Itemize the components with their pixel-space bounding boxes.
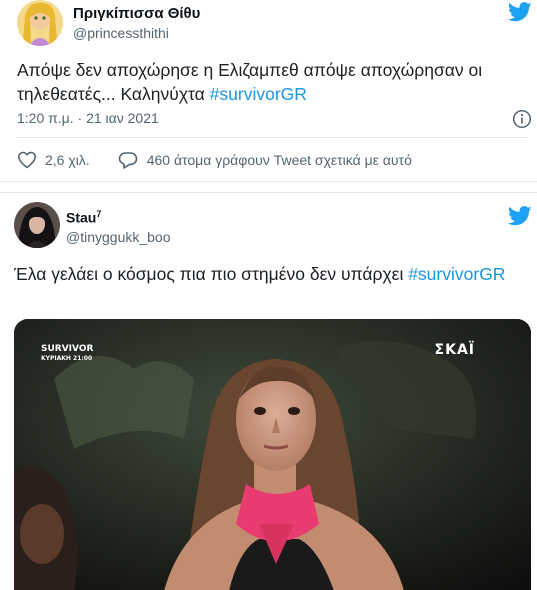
tweet-card[interactable]: Stau7 @tinyggukk_boo Έλα γελάει ο κόσμος…: [0, 192, 537, 590]
avatar-image: [17, 0, 63, 46]
tweet-media-photo[interactable]: SURVIVOR ΚΥΡΙΑΚΗ 21:00 ΣΚΑΪ: [14, 319, 531, 590]
tweet-text: Απόψε δεν αποχώρησε η Ελιζαμπεθ απόψε απ…: [17, 58, 527, 106]
heart-icon: [18, 151, 36, 169]
hashtag-link[interactable]: #survivorGR: [210, 84, 307, 104]
display-name[interactable]: Πριγκίπισσα Θίθυ: [73, 5, 200, 22]
tweet-actions: 2,6 χιλ. 460 άτομα γράφουν Tweet σχετικά…: [17, 150, 412, 170]
like-count: 2,6 χιλ.: [45, 152, 90, 168]
twitter-bird-icon[interactable]: [508, 2, 532, 22]
divider: [17, 137, 527, 138]
speech-bubble-icon: [118, 152, 138, 169]
avatar[interactable]: [17, 0, 63, 46]
tweet-body: Έλα γελάει ο κόσμος πια πιο στημένο δεν …: [14, 264, 409, 284]
tweet-text: Έλα γελάει ο κόσμος πια πιο στημένο δεν …: [14, 262, 529, 286]
replies-text: 460 άτομα γράφουν Tweet σχετικά με αυτό: [146, 152, 412, 168]
avatar[interactable]: [14, 202, 60, 248]
channel-logo: ΣΚΑΪ: [434, 342, 475, 358]
show-logo-title: SURVIVOR: [41, 344, 94, 354]
twitter-bird-icon[interactable]: [508, 206, 532, 226]
display-name[interactable]: Stau7: [66, 209, 101, 226]
like-button[interactable]: 2,6 χιλ.: [17, 150, 90, 170]
user-handle[interactable]: @princessthithi: [73, 25, 169, 41]
tweet-card[interactable]: Πριγκίπισσα Θίθυ @princessthithi Απόψε δ…: [0, 0, 537, 182]
show-logo-schedule: ΚΥΡΙΑΚΗ 21:00: [41, 355, 93, 362]
replies-link[interactable]: 460 άτομα γράφουν Tweet σχετικά με αυτό: [118, 150, 412, 170]
user-handle[interactable]: @tinyggukk_boo: [66, 229, 171, 245]
display-name-text: Stau: [66, 209, 97, 226]
tweet-timestamp[interactable]: 1:20 π.μ. · 21 ιαν 2021: [17, 110, 159, 126]
avatar-image: [14, 202, 60, 248]
display-name-superscript: 7: [96, 209, 102, 219]
info-icon[interactable]: [512, 109, 532, 129]
hashtag-link[interactable]: #survivorGR: [408, 264, 505, 284]
show-logo-badge: SURVIVOR ΚΥΡΙΑΚΗ 21:00: [41, 345, 93, 363]
